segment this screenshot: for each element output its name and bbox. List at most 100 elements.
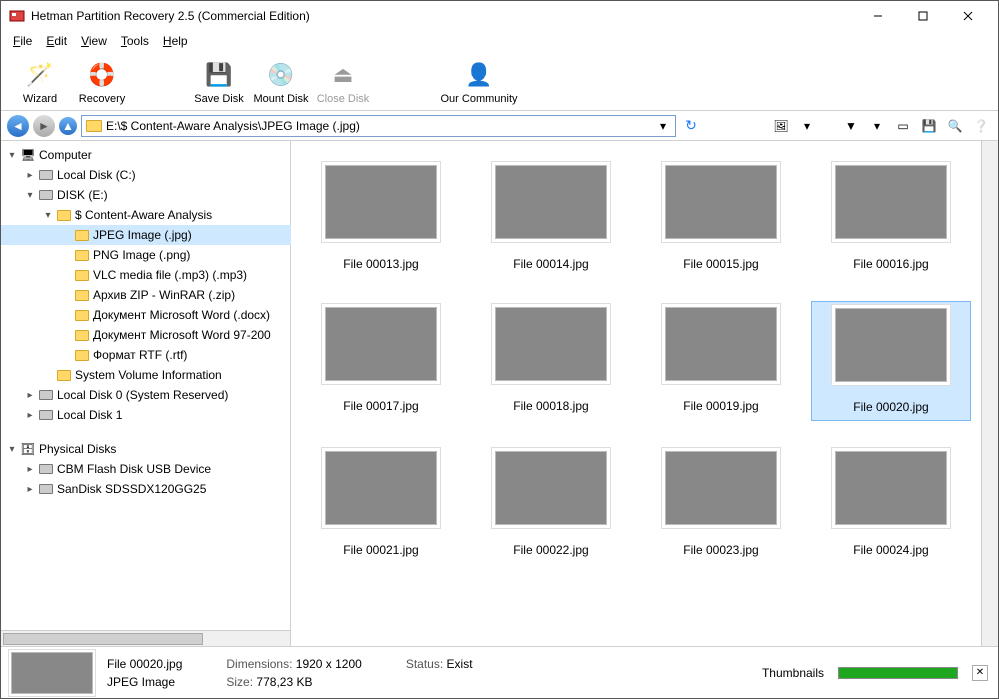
tree-zip[interactable]: Архив ZIP - WinRAR (.zip) xyxy=(1,285,291,305)
status-preview xyxy=(11,652,93,694)
file-item[interactable]: File 00016.jpg xyxy=(811,159,971,277)
status-size: 778,23 KB xyxy=(256,675,312,689)
file-name: File 00022.jpg xyxy=(513,543,588,557)
community-button[interactable]: 👤Our Community xyxy=(429,54,529,110)
mount-disk-button[interactable]: 💿Mount Disk xyxy=(250,54,312,110)
file-item[interactable]: File 00020.jpg xyxy=(811,301,971,421)
wizard-button[interactable]: 🪄Wizard xyxy=(9,54,71,110)
tree-vlc[interactable]: VLC media file (.mp3) (.mp3) xyxy=(1,265,291,285)
status-filename: File 00020.jpg xyxy=(107,657,182,671)
file-item[interactable]: File 00024.jpg xyxy=(811,445,971,563)
up-button[interactable]: ▲ xyxy=(59,117,77,135)
minimize-button[interactable] xyxy=(855,2,900,30)
view-button[interactable]: ▭ xyxy=(892,115,914,137)
file-name: File 00013.jpg xyxy=(343,257,418,271)
tree-doc97[interactable]: Документ Microsoft Word 97-200 xyxy=(1,325,291,345)
menu-edit[interactable]: Edit xyxy=(40,33,73,49)
tree-local-c[interactable]: ▸Local Disk (C:) xyxy=(1,165,291,185)
preview-toggle[interactable]: 🖼 xyxy=(770,115,792,137)
tree-panel[interactable]: ▾🖥Computer ▸Local Disk (C:) ▾DISK (E:) ▾… xyxy=(1,141,291,630)
thumbnail-image xyxy=(835,308,947,382)
tree-cbm[interactable]: ▸CBM Flash Disk USB Device xyxy=(1,459,291,479)
recovery-button[interactable]: 🛟Recovery xyxy=(71,54,133,110)
thumbnail-image xyxy=(665,451,777,525)
tree-horizontal-scrollbar[interactable] xyxy=(1,630,290,646)
file-grid[interactable]: File 00013.jpg File 00014.jpg File 00015.j… xyxy=(291,141,981,646)
file-item[interactable]: File 00018.jpg xyxy=(471,301,631,421)
content-vertical-scrollbar[interactable] xyxy=(981,141,998,646)
tree-physical[interactable]: ▾🗄Physical Disks xyxy=(1,439,291,459)
file-name: File 00015.jpg xyxy=(683,257,758,271)
tree-computer[interactable]: ▾🖥Computer xyxy=(1,145,291,165)
menubar: File Edit View Tools Help xyxy=(1,31,998,51)
tree-svi[interactable]: System Volume Information xyxy=(1,365,291,385)
save-button[interactable]: 💾 xyxy=(918,115,940,137)
tree-rtf[interactable]: Формат RTF (.rtf) xyxy=(1,345,291,365)
thumbnail-image xyxy=(495,307,607,381)
lifebuoy-icon: 🛟 xyxy=(86,59,118,91)
preview-dropdown[interactable]: ▾ xyxy=(796,115,818,137)
file-name: File 00016.jpg xyxy=(853,257,928,271)
thumbnail-image xyxy=(835,451,947,525)
thumbnail-image xyxy=(325,307,437,381)
file-item[interactable]: File 00023.jpg xyxy=(641,445,801,563)
thumbnail-progress xyxy=(838,667,958,679)
maximize-button[interactable] xyxy=(900,2,945,30)
tree-sandisk[interactable]: ▸SanDisk SDSSDX120GG25 xyxy=(1,479,291,499)
folder-icon xyxy=(86,120,102,132)
thumbnail-image xyxy=(495,165,607,239)
main: ▾🖥Computer ▸Local Disk (C:) ▾DISK (E:) ▾… xyxy=(1,141,998,646)
file-name: File 00019.jpg xyxy=(683,399,758,413)
thumbnail-image xyxy=(665,307,777,381)
file-name: File 00021.jpg xyxy=(343,543,418,557)
help-button[interactable]: ❔ xyxy=(970,115,992,137)
thumbnail-image xyxy=(325,451,437,525)
save-disk-button[interactable]: 💾Save Disk xyxy=(188,54,250,110)
tree-jpeg[interactable]: JPEG Image (.jpg) xyxy=(1,225,291,245)
file-item[interactable]: File 00015.jpg xyxy=(641,159,801,277)
tree-docx[interactable]: Документ Microsoft Word (.docx) xyxy=(1,305,291,325)
file-name: File 00020.jpg xyxy=(853,400,928,414)
file-item[interactable]: File 00019.jpg xyxy=(641,301,801,421)
close-disk-icon: ⏏ xyxy=(327,59,359,91)
refresh-button[interactable]: ↻ xyxy=(680,115,702,137)
window-title: Hetman Partition Recovery 2.5 (Commercia… xyxy=(31,9,855,23)
status-dimensions: 1920 x 1200 xyxy=(296,657,362,671)
close-button[interactable] xyxy=(945,2,990,30)
thumbnail-image xyxy=(835,165,947,239)
thumbnail-image xyxy=(325,165,437,239)
statusbar: File 00020.jpg JPEG Image Dimensions: 19… xyxy=(1,646,998,698)
file-item[interactable]: File 00014.jpg xyxy=(471,159,631,277)
cancel-thumbnails-button[interactable]: ✕ xyxy=(972,665,988,681)
file-item[interactable]: File 00017.jpg xyxy=(301,301,461,421)
file-item[interactable]: File 00022.jpg xyxy=(471,445,631,563)
save-disk-icon: 💾 xyxy=(203,59,235,91)
wand-icon: 🪄 xyxy=(24,59,56,91)
tree-disk-e[interactable]: ▾DISK (E:) xyxy=(1,185,291,205)
file-name: File 00014.jpg xyxy=(513,257,588,271)
file-item[interactable]: File 00013.jpg xyxy=(301,159,461,277)
thumbnail-image xyxy=(665,165,777,239)
menu-view[interactable]: View xyxy=(75,33,113,49)
address-dropdown[interactable]: ▾ xyxy=(655,119,671,133)
menu-file[interactable]: File xyxy=(7,33,38,49)
thumbnail-image xyxy=(495,451,607,525)
tree-png[interactable]: PNG Image (.png) xyxy=(1,245,291,265)
filter-dropdown[interactable]: ▾ xyxy=(866,115,888,137)
view-mode-label[interactable]: Thumbnails xyxy=(762,666,824,680)
address-input[interactable] xyxy=(106,119,651,133)
menu-tools[interactable]: Tools xyxy=(115,33,155,49)
forward-button[interactable]: ► xyxy=(33,115,55,137)
file-item[interactable]: File 00021.jpg xyxy=(301,445,461,563)
address-bar[interactable]: ▾ xyxy=(81,115,676,137)
tree-content-aware[interactable]: ▾$ Content-Aware Analysis xyxy=(1,205,291,225)
menu-help[interactable]: Help xyxy=(157,33,194,49)
app-icon xyxy=(9,8,25,24)
filter-button[interactable]: ▼ xyxy=(840,115,862,137)
close-disk-button[interactable]: ⏏Close Disk xyxy=(312,54,374,110)
tree-local1[interactable]: ▸Local Disk 1 xyxy=(1,405,291,425)
file-name: File 00023.jpg xyxy=(683,543,758,557)
tree-local0[interactable]: ▸Local Disk 0 (System Reserved) xyxy=(1,385,291,405)
search-button[interactable]: 🔍 xyxy=(944,115,966,137)
back-button[interactable]: ◄ xyxy=(7,115,29,137)
